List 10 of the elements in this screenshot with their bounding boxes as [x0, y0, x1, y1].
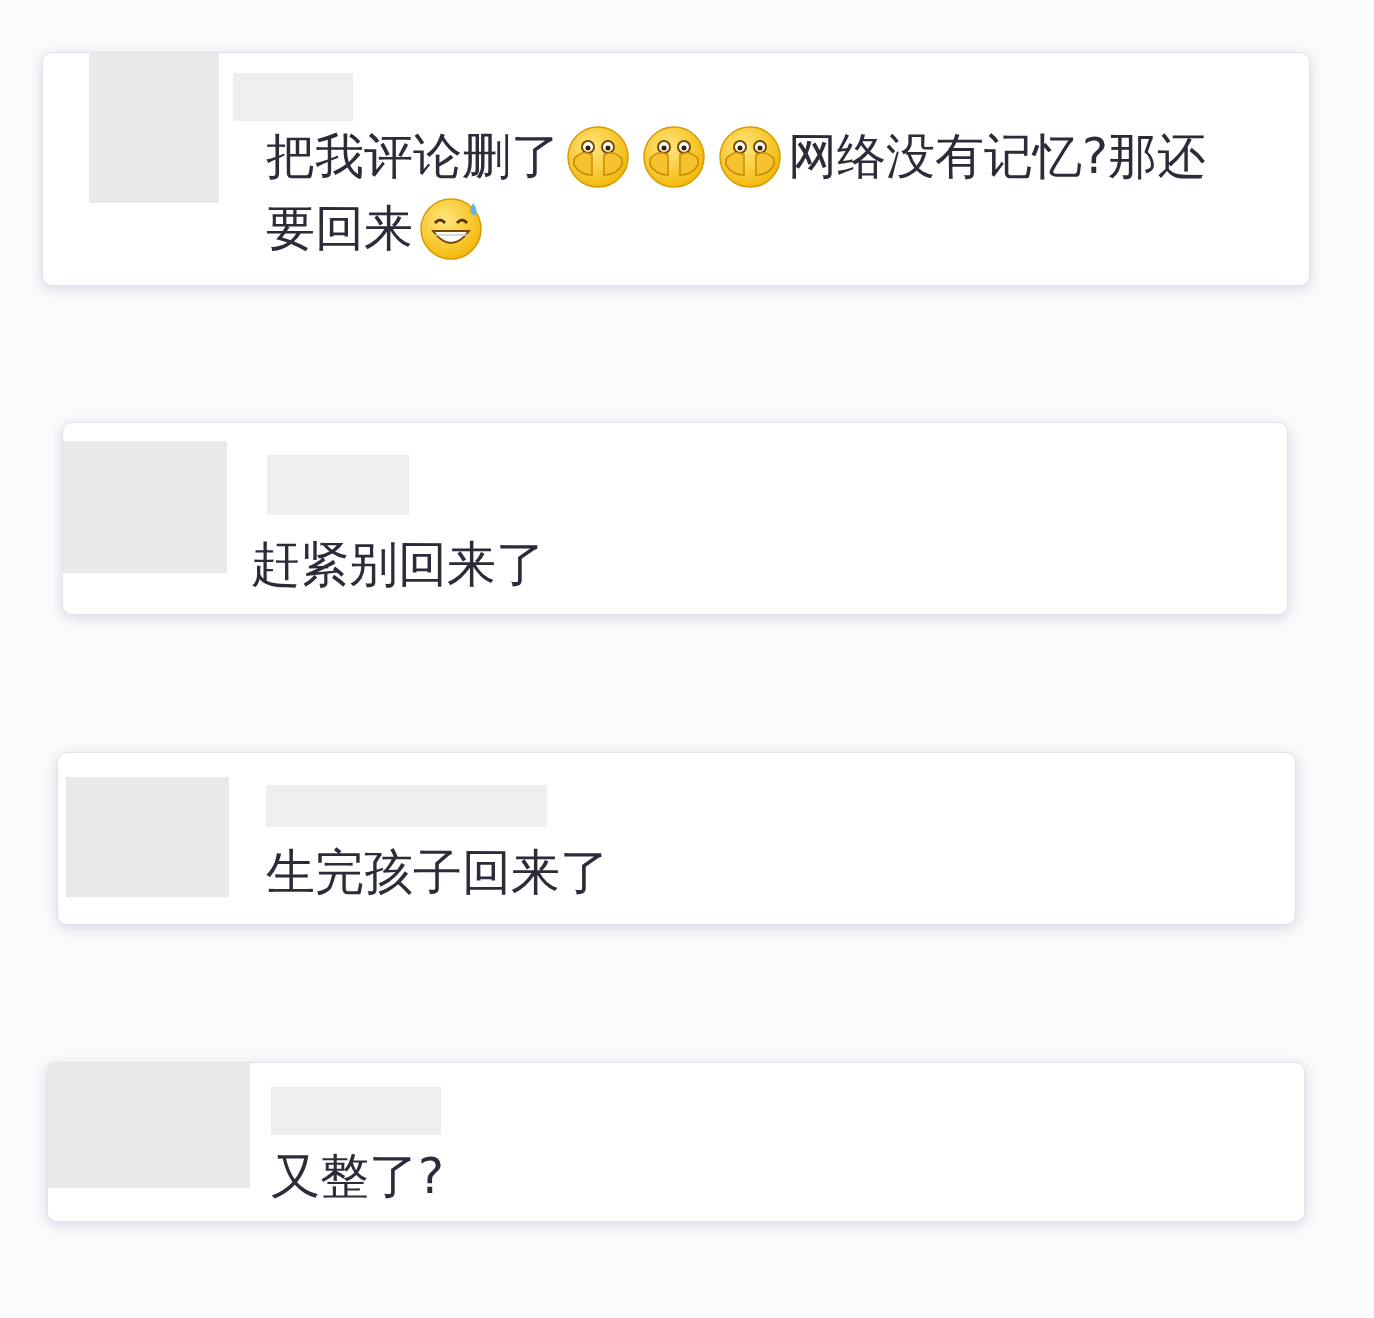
face-covering-eyes-icon [718, 125, 782, 189]
comment-text: 网络没有记忆?那还 [788, 127, 1206, 187]
comment-text: 要回来 [266, 199, 413, 259]
face-covering-eyes-icon [642, 125, 706, 189]
comment-text: 又整了? [271, 1147, 444, 1207]
comment-text: 生完孩子回来了 [266, 843, 609, 903]
comment-text: 把我评论删了 [266, 127, 560, 187]
face-covering-eyes-icon [566, 125, 630, 189]
comment-text: 赶紧别回来了 [251, 535, 545, 595]
grinning-sweat-face-icon [419, 197, 483, 261]
